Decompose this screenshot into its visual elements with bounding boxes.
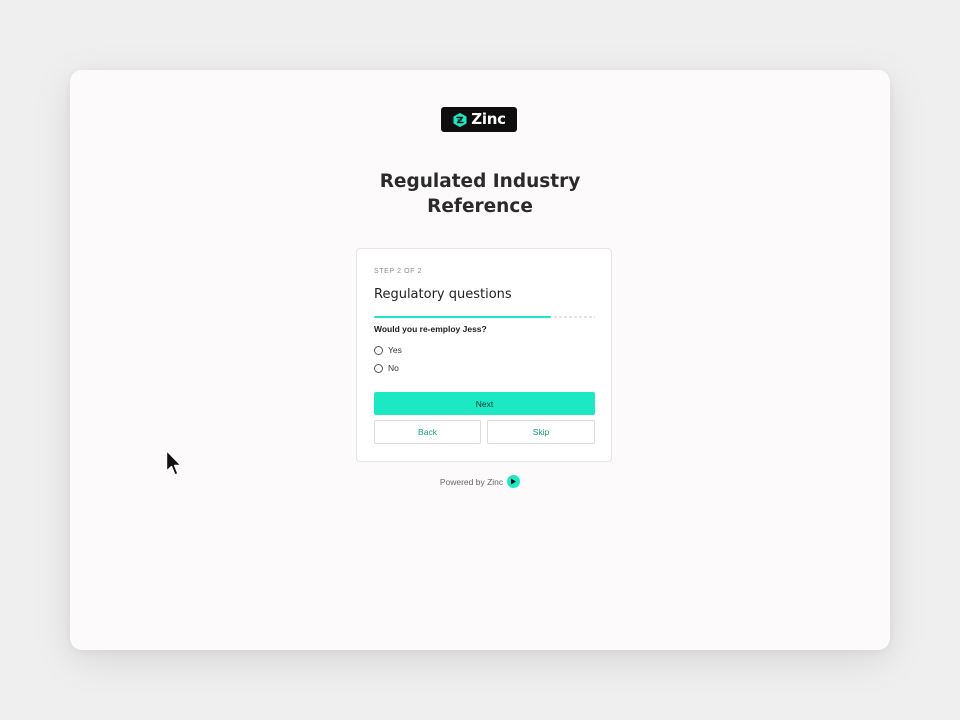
reference-form-card: STEP 2 OF 2 Regulatory questions Would y… [356,248,612,462]
option-no[interactable]: No [374,363,399,373]
mouse-pointer-icon [165,449,182,476]
powered-by[interactable]: Powered by Zinc [430,475,530,488]
question-label: Would you re-employ Jess? [374,324,487,334]
zinc-play-icon [507,475,521,488]
progress-bar-fill [374,316,551,318]
zinc-logo-icon [453,112,467,127]
play-arrow-icon [511,478,517,485]
option-yes-label: Yes [388,345,402,355]
option-yes[interactable]: Yes [374,345,402,355]
app-window: Zinc Regulated Industry Reference STEP 2… [70,70,890,650]
progress-bar [374,316,595,318]
zinc-logo: Zinc [441,107,517,132]
section-title: Regulatory questions [374,287,512,302]
logo-text: Zinc [471,110,506,128]
powered-by-text: Powered by Zinc [439,476,504,487]
page-title: Regulated Industry Reference [379,171,581,217]
next-button[interactable]: Next [374,392,595,415]
back-button[interactable]: Back [374,420,481,444]
step-indicator: STEP 2 OF 2 [374,268,423,275]
skip-button[interactable]: Skip [487,420,595,444]
radio-no[interactable] [374,363,383,373]
option-no-label: No [388,363,399,373]
radio-yes[interactable] [374,345,383,355]
